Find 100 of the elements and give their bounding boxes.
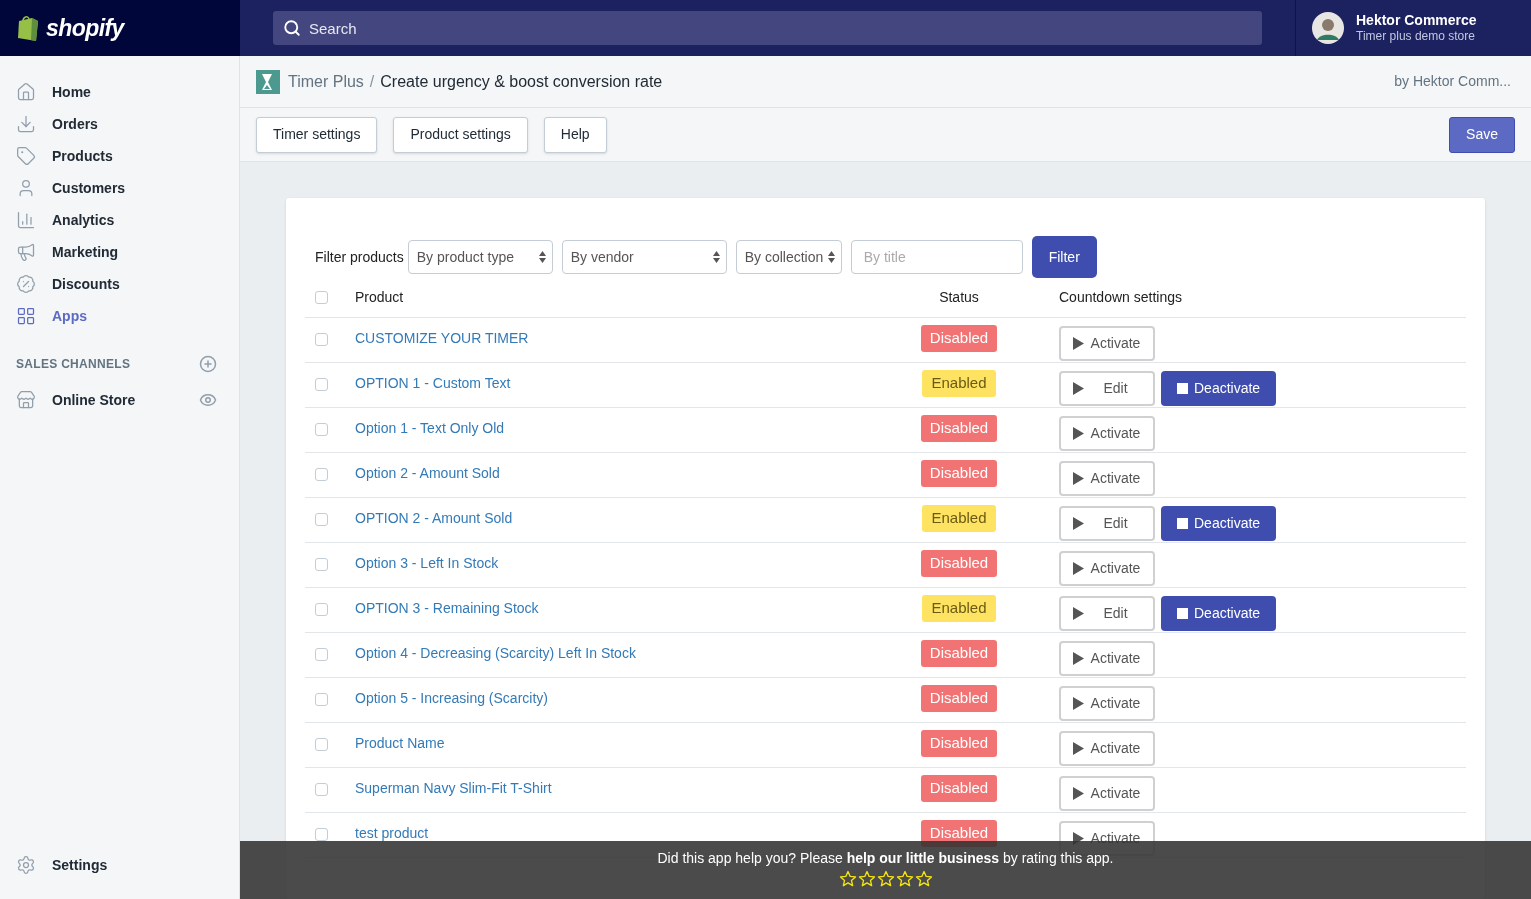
page-title: Create urgency & boost conversion rate	[380, 71, 663, 92]
status-badge: Disabled	[920, 460, 998, 487]
home-icon	[16, 82, 36, 102]
megaphone-icon	[16, 242, 36, 262]
brand-logo-text[interactable]: shopify	[46, 10, 124, 46]
status-badge: Disabled	[920, 550, 998, 577]
column-header: Countdown settings	[1059, 288, 1182, 307]
status-badge: Disabled	[920, 775, 998, 802]
play-icon	[1073, 562, 1084, 575]
checkbox[interactable]	[315, 333, 328, 346]
checkbox[interactable]	[315, 378, 328, 391]
checkbox[interactable]	[315, 648, 328, 661]
product-link[interactable]: CUSTOMIZE YOUR TIMER	[355, 318, 895, 349]
toolbar-button[interactable]: Help	[543, 116, 607, 153]
checkbox[interactable]	[315, 423, 328, 436]
nav-item[interactable]: Customers	[0, 172, 239, 204]
store-name: Timer plus demo store	[1356, 29, 1476, 45]
product-link[interactable]: OPTION 3 - Remaining Stock	[355, 588, 895, 619]
checkbox[interactable]	[315, 291, 328, 304]
action-button[interactable]: Activate	[1059, 326, 1155, 361]
search-icon	[283, 19, 301, 37]
nav-item[interactable]: Apps	[0, 300, 239, 332]
product-link[interactable]: OPTION 2 - Amount Sold	[355, 498, 895, 529]
action-button[interactable]: Activate	[1059, 776, 1155, 811]
star-icon[interactable]	[895, 870, 914, 888]
percent-badge-icon	[16, 274, 36, 294]
stop-icon	[1177, 518, 1188, 529]
storefront-icon	[16, 390, 36, 410]
product-link[interactable]: OPTION 1 - Custom Text	[355, 363, 895, 394]
status-badge: Enabled	[922, 505, 996, 532]
play-icon	[1073, 787, 1084, 800]
checkbox[interactable]	[315, 738, 328, 751]
nav-item[interactable]: Orders	[0, 108, 239, 140]
star-rating[interactable]	[838, 870, 933, 888]
inbox-icon	[16, 114, 36, 134]
nav-item[interactable]: Marketing	[0, 236, 239, 268]
play-icon	[1073, 652, 1084, 665]
status-badge: Disabled	[920, 325, 998, 352]
action-button[interactable]: Activate	[1059, 551, 1155, 586]
action-button[interactable]: Activate	[1059, 641, 1155, 676]
eye-icon[interactable]	[199, 391, 217, 409]
nav-item[interactable]: Analytics	[0, 204, 239, 236]
checkbox[interactable]	[315, 513, 328, 526]
product-link[interactable]: Product Name	[355, 723, 895, 754]
save-button[interactable]: Save	[1449, 116, 1515, 153]
nav-item[interactable]: Online Store	[0, 384, 136, 416]
checkbox[interactable]	[315, 783, 328, 796]
product-link[interactable]: test product	[355, 813, 895, 844]
shopping-bag-icon	[16, 14, 40, 42]
play-icon	[1073, 472, 1084, 485]
select-field[interactable]: By collection	[735, 240, 842, 274]
select-field[interactable]: By product type	[407, 240, 553, 274]
search-field[interactable]: Search	[273, 11, 1262, 45]
sort-caret-icon	[712, 251, 720, 263]
settings-icon	[16, 855, 36, 875]
toolbar-button[interactable]: Product settings	[393, 116, 528, 153]
action-button[interactable]: Activate	[1059, 416, 1155, 451]
add-icon[interactable]	[199, 355, 217, 373]
product-link[interactable]: Option 5 - Increasing (Scarcity)	[355, 678, 895, 709]
action-button[interactable]: Activate	[1059, 461, 1155, 496]
deactivate-button[interactable]: Deactivate	[1161, 506, 1277, 541]
nav-item[interactable]: Products	[0, 140, 239, 172]
toolbar-button[interactable]: Timer settings	[256, 116, 378, 153]
star-icon[interactable]	[838, 870, 857, 888]
select-field[interactable]: By vendor	[561, 240, 727, 274]
play-icon	[1073, 337, 1084, 350]
tag-icon	[16, 146, 36, 166]
deactivate-button[interactable]: Deactivate	[1161, 371, 1277, 406]
action-button[interactable]: Activate	[1059, 731, 1155, 766]
deactivate-button[interactable]: Deactivate	[1161, 596, 1277, 631]
action-button[interactable]: Edit	[1059, 506, 1155, 541]
status-badge: Enabled	[922, 370, 996, 397]
product-link[interactable]: Superman Navy Slim-Fit T-Shirt	[355, 768, 895, 799]
sort-caret-icon	[827, 251, 835, 263]
action-button[interactable]: Edit	[1059, 371, 1155, 406]
action-button[interactable]: Activate	[1059, 686, 1155, 721]
product-link[interactable]: Option 1 - Text Only Old	[355, 408, 895, 439]
action-button[interactable]: Edit	[1059, 596, 1155, 631]
app-name[interactable]: Timer Plus	[288, 69, 364, 94]
settings-nav-item[interactable]: Settings	[0, 849, 239, 881]
product-link[interactable]: Option 4 - Decreasing (Scarcity) Left In Stock	[355, 633, 895, 664]
checkbox[interactable]	[315, 468, 328, 481]
hourglass-app-icon	[256, 69, 280, 94]
title-field[interactable]: By title	[850, 240, 1023, 274]
product-link[interactable]: Option 2 - Amount Sold	[355, 453, 895, 484]
checkbox[interactable]	[315, 693, 328, 706]
filter-button[interactable]: Filter	[1031, 236, 1097, 278]
play-icon	[1073, 742, 1084, 755]
product-link[interactable]: Option 3 - Left In Stock	[355, 543, 895, 574]
star-icon[interactable]	[857, 870, 876, 888]
nav-item[interactable]: Discounts	[0, 268, 239, 300]
checkbox[interactable]	[315, 558, 328, 571]
checkbox[interactable]	[315, 603, 328, 616]
nav-item[interactable]: Home	[0, 76, 239, 108]
star-icon[interactable]	[914, 870, 933, 888]
checkbox[interactable]	[315, 828, 328, 841]
sort-caret-icon	[538, 251, 546, 263]
status-badge: Disabled	[920, 640, 998, 667]
star-icon[interactable]	[876, 870, 895, 888]
avatar-icon[interactable]	[1312, 12, 1344, 44]
